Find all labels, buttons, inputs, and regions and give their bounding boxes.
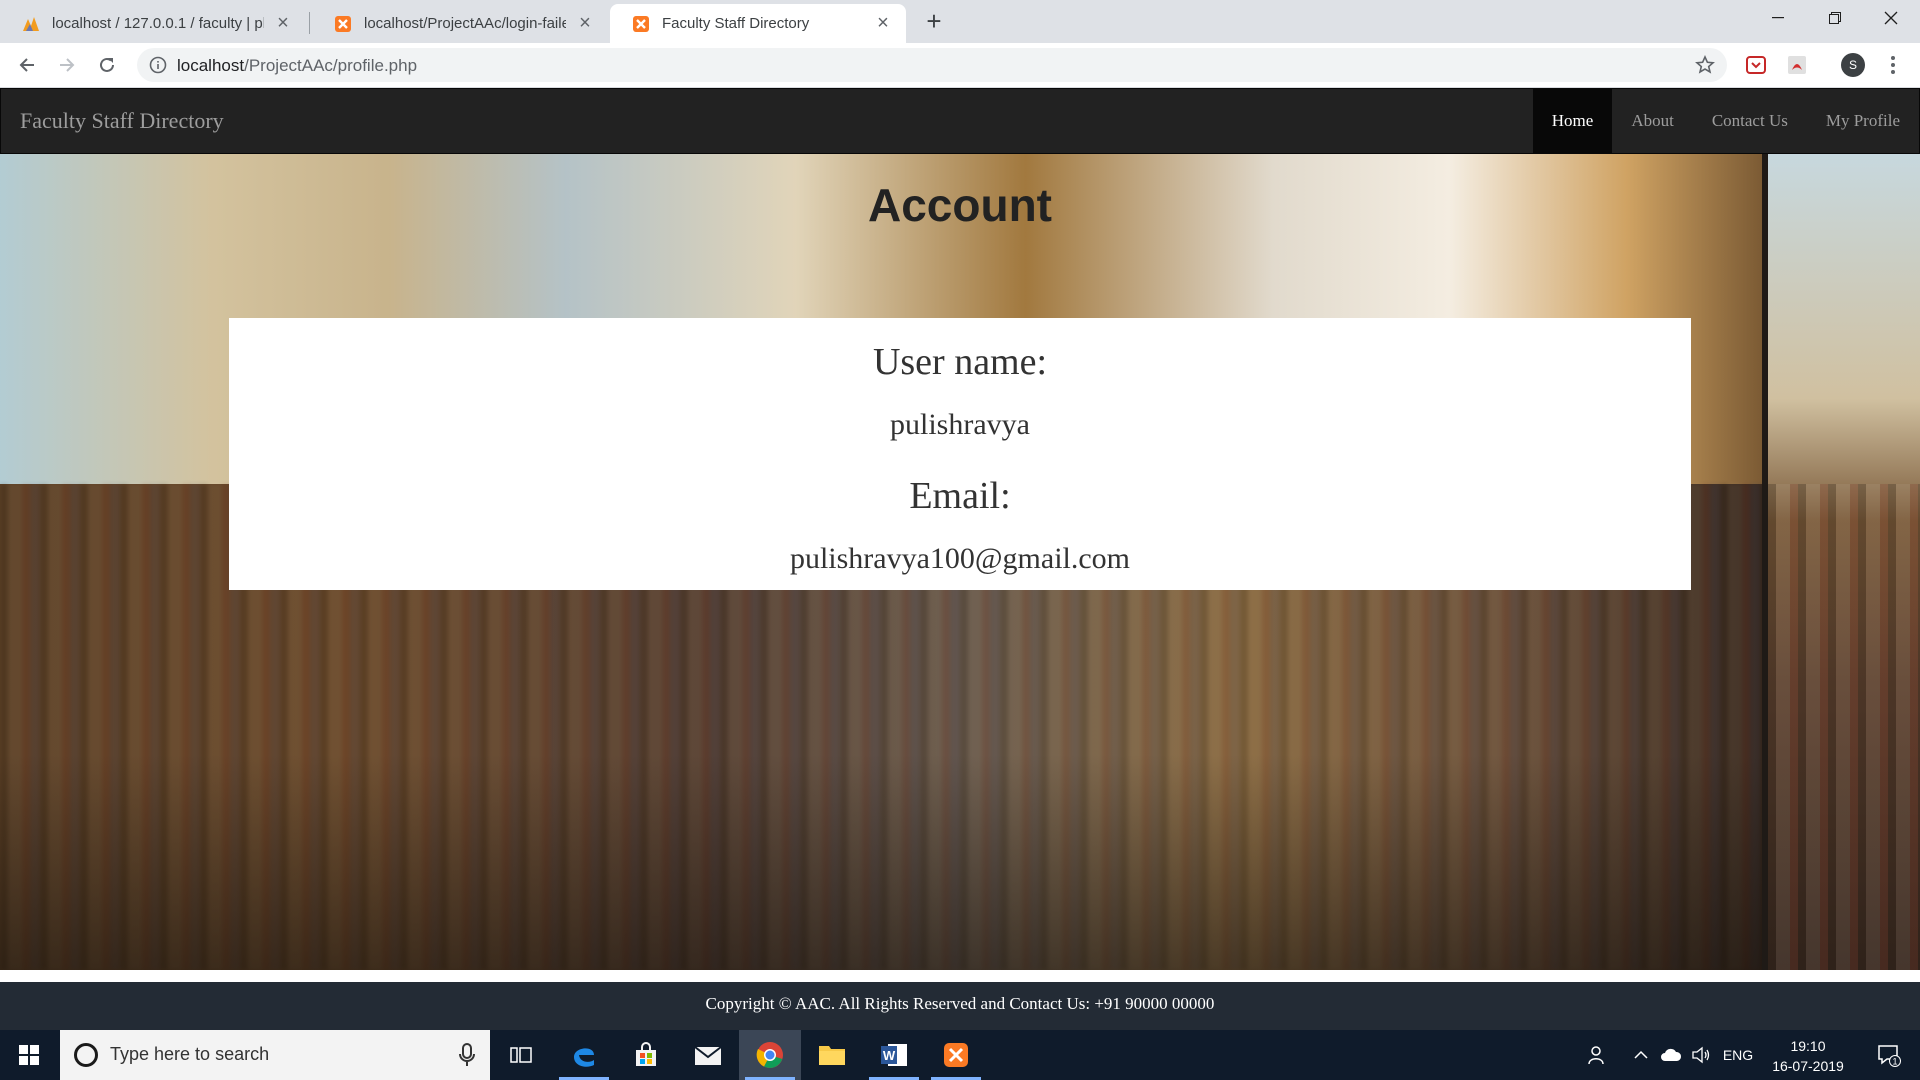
svg-text:W: W: [883, 1048, 896, 1063]
taskbar-store[interactable]: [615, 1030, 677, 1080]
windows-logo-icon: [19, 1045, 39, 1065]
browser-tab-login-failed[interactable]: localhost/ProjectAAc/login-failed ×: [312, 4, 608, 43]
forward-arrow-icon: [60, 58, 75, 72]
xampp-icon: [632, 15, 650, 33]
browser-tab-phpmyadmin[interactable]: localhost / 127.0.0.1 / faculty | ph ×: [0, 4, 306, 43]
address-bar[interactable]: localhost/ProjectAAc/profile.php: [137, 48, 1727, 82]
taskbar-chrome[interactable]: [739, 1030, 801, 1080]
browser-toolbar: localhost/ProjectAAc/profile.php S: [0, 43, 1920, 88]
taskbar-mail[interactable]: [677, 1030, 739, 1080]
site-navbar: Faculty Staff Directory Home About Conta…: [0, 88, 1920, 154]
site-footer: Copyright © AAC. All Rights Reserved and…: [0, 982, 1920, 1030]
xampp-icon: [944, 1043, 968, 1067]
close-window-button[interactable]: [1862, 0, 1920, 36]
task-view-icon: [510, 1047, 532, 1063]
tab-title: Faculty Staff Directory: [662, 15, 810, 32]
profile-avatar[interactable]: S: [1841, 53, 1865, 77]
taskbar-search-box[interactable]: Type here to search: [60, 1030, 490, 1080]
tab-separator: [309, 12, 310, 34]
site-info-icon[interactable]: [149, 56, 167, 74]
email-value: pulishravya100@gmail.com: [789, 542, 1131, 575]
username-label: User name:: [872, 341, 1048, 383]
page-viewport: Faculty Staff Directory Home About Conta…: [0, 88, 1920, 1030]
browser-tab-strip: localhost / 127.0.0.1 / faculty | ph × l…: [0, 0, 1920, 43]
onedrive-cloud-icon[interactable]: [1656, 1030, 1686, 1080]
browser-tab-faculty-staff-directory[interactable]: Faculty Staff Directory ×: [610, 4, 906, 43]
reload-icon: [100, 57, 114, 72]
taskbar-word[interactable]: W: [863, 1030, 925, 1080]
taskbar-edge[interactable]: [553, 1030, 615, 1080]
url-host: localhost: [177, 56, 245, 75]
back-arrow-icon: [19, 58, 34, 72]
site-nav-menu: Home About Contact Us My Profile: [1532, 89, 1919, 153]
edge-icon: [574, 1048, 594, 1067]
action-center-notification-icon[interactable]: 1: [1864, 1030, 1914, 1080]
email-label: Email:: [909, 475, 1011, 517]
new-tab-button[interactable]: +: [920, 8, 948, 36]
start-button[interactable]: [0, 1030, 58, 1080]
close-tab-icon[interactable]: ×: [874, 13, 892, 33]
username-value: pulishravya: [890, 408, 1030, 441]
store-icon: [636, 1042, 656, 1066]
taskbar-file-explorer[interactable]: [801, 1030, 863, 1080]
tab-title: localhost/ProjectAAc/login-failed: [364, 15, 566, 32]
pocket-extension-icon[interactable]: [1745, 54, 1767, 76]
system-clock[interactable]: 19:10 16-07-2019: [1764, 1036, 1852, 1076]
close-tab-icon[interactable]: ×: [576, 13, 594, 33]
clock-date: 16-07-2019: [1772, 1058, 1844, 1074]
site-brand[interactable]: Faculty Staff Directory: [20, 108, 224, 134]
notification-count: 1: [1892, 1057, 1897, 1067]
tab-title: localhost / 127.0.0.1 / faculty | ph: [52, 15, 264, 32]
library-background: Account User name: pulishravya Email: pu…: [0, 154, 1920, 970]
reload-button[interactable]: [91, 49, 123, 81]
url-path: /ProjectAAc/profile.php: [244, 56, 418, 75]
page-title: Account: [868, 179, 1052, 231]
nav-item-my-profile[interactable]: My Profile: [1807, 89, 1919, 153]
more-menu-icon[interactable]: [1883, 54, 1903, 76]
bookmark-star-icon[interactable]: [1695, 55, 1715, 75]
people-icon[interactable]: [1582, 1030, 1614, 1080]
microphone-icon[interactable]: [458, 1043, 476, 1067]
cortana-icon: [74, 1043, 98, 1067]
taskbar-xampp[interactable]: [925, 1030, 987, 1080]
back-button[interactable]: [11, 49, 43, 81]
folder-icon: [819, 1046, 845, 1065]
close-tab-icon[interactable]: ×: [274, 13, 292, 33]
phpmyadmin-icon: [22, 15, 40, 33]
library-background-image-repeat: [1768, 154, 1920, 970]
url-text: localhost/ProjectAAc/profile.php: [177, 56, 417, 76]
xampp-icon: [334, 15, 352, 33]
mail-icon: [694, 1046, 722, 1065]
profile-card: User name: pulishravya Email: pulishravy…: [229, 318, 1691, 590]
nav-item-about[interactable]: About: [1612, 89, 1693, 153]
windows-taskbar: Type here to search W ENG 19:10 16-07-20…: [0, 1030, 1920, 1080]
show-hidden-icons-chevron-up-icon[interactable]: [1626, 1030, 1656, 1080]
minimize-button[interactable]: [1749, 0, 1807, 36]
search-placeholder: Type here to search: [110, 1044, 270, 1064]
input-language[interactable]: ENG: [1718, 1030, 1758, 1080]
forward-button[interactable]: [51, 49, 83, 81]
restore-button[interactable]: [1806, 0, 1864, 36]
nav-item-home[interactable]: Home: [1532, 89, 1613, 153]
clock-time: 19:10: [1790, 1038, 1826, 1054]
task-view-button[interactable]: [490, 1030, 552, 1080]
chrome-icon: [756, 1042, 783, 1068]
pdf-extension-icon[interactable]: [1786, 54, 1808, 76]
volume-icon[interactable]: [1686, 1030, 1716, 1080]
nav-item-contact-us[interactable]: Contact Us: [1693, 89, 1807, 153]
word-icon: W: [881, 1044, 907, 1066]
